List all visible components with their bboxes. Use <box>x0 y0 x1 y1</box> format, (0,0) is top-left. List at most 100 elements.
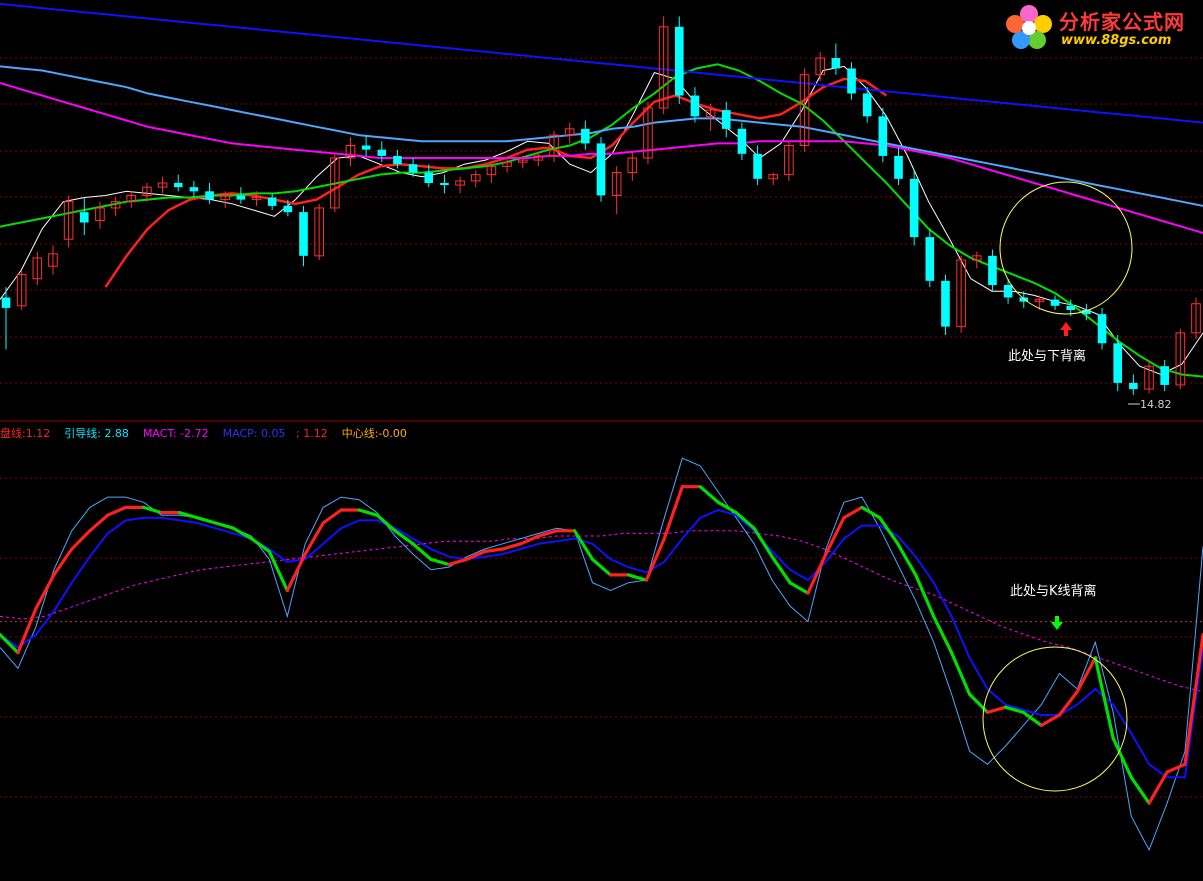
candle-body-down <box>236 195 246 200</box>
panxian-segment <box>375 513 397 533</box>
top-divergence-note: 此处与下背离 <box>1008 349 1087 364</box>
legend-label: ; <box>295 427 300 440</box>
panxian-segment <box>88 513 110 533</box>
candle-body-down <box>1003 284 1013 298</box>
panxian-segment <box>52 547 74 577</box>
legend-item-mact: MACT: -2.72 <box>143 427 212 440</box>
legend-label: 盘线: <box>0 427 26 440</box>
legend-value: 1.12 <box>25 427 51 440</box>
indicator-legend: 盘线:1.12 引导线: 2.88 MACT: -2.72 MACP: 0.05… <box>0 425 407 441</box>
candle-body-down <box>1 297 11 308</box>
panxian-segment <box>1129 775 1151 805</box>
panxian-segment <box>878 516 900 546</box>
candle-body-down <box>831 58 841 69</box>
candle-body-down <box>205 191 214 200</box>
panxian-segment <box>590 557 613 577</box>
panxian-segment <box>1057 689 1079 717</box>
candle-body-down <box>674 26 684 96</box>
candle-body-down <box>173 182 183 188</box>
panxian-segment <box>106 505 128 517</box>
candle-body-down <box>1097 314 1107 344</box>
bottom-divergence-note: 此处与K线背离 <box>1010 584 1097 599</box>
legend-item-yindaoxian: 引导线: 2.88 <box>64 427 132 440</box>
macp-line <box>0 508 1203 779</box>
logo-title: 分析家公式网 <box>1059 10 1185 34</box>
candle-body-down <box>737 128 747 154</box>
legend-value: -2.72 <box>180 427 209 440</box>
candle-body-down <box>753 153 762 179</box>
up-arrow-icon <box>1060 322 1072 336</box>
legend-value: 2.88 <box>104 427 129 440</box>
legend-label: MACT: <box>142 427 177 440</box>
panxian-segment <box>985 705 1008 715</box>
legend-value: 1.12 <box>303 427 328 440</box>
flower-logo-icon <box>1006 5 1052 49</box>
candle-body-down <box>596 143 606 196</box>
panxian-segment <box>626 573 649 582</box>
candle-body-down <box>393 155 402 165</box>
candle-body-down <box>862 93 872 117</box>
panxian-segment <box>447 557 469 567</box>
panxian-segment <box>572 529 595 561</box>
panxian-segment <box>1165 762 1187 774</box>
panxian-segment <box>662 485 684 541</box>
panxian-segment <box>34 573 56 611</box>
panxian-segment <box>734 510 756 530</box>
legend-value: -0.00 <box>378 427 407 440</box>
logo-url: www.88gs.com <box>1061 33 1172 48</box>
panxian-segment <box>249 536 271 554</box>
candle-body-down <box>1066 305 1076 310</box>
candle-body-down <box>1160 366 1169 385</box>
ma-line <box>0 63 1203 378</box>
candle-body-down <box>361 145 371 150</box>
candlesticks <box>1 16 1201 395</box>
candle-body-down <box>79 212 89 223</box>
panxian-segment <box>1075 656 1097 694</box>
candle-body-down <box>267 197 277 206</box>
panxian-segment <box>321 508 343 525</box>
panxian-segment <box>860 505 882 520</box>
candle-body-down <box>424 172 434 183</box>
indicator-lines <box>0 457 1203 852</box>
highlight-circle-top <box>999 181 1133 315</box>
candle-body-down <box>189 187 199 192</box>
mact-line <box>0 530 1203 693</box>
ma-line <box>0 65 1203 376</box>
down-arrow-icon <box>1051 616 1063 630</box>
candle-body-down <box>909 178 919 238</box>
legend-label: MACP: <box>222 427 258 440</box>
panxian-segment <box>501 542 523 551</box>
panxian-segment <box>16 606 38 655</box>
candle-body-down <box>377 149 387 156</box>
legend-label: 中心线: <box>341 427 379 440</box>
panxian-segment <box>698 485 720 504</box>
candle-body-down <box>299 212 308 256</box>
candle-body-down <box>847 68 856 94</box>
candle-body-down <box>878 116 888 156</box>
ma-line <box>104 77 888 288</box>
panxian-segment <box>537 529 559 538</box>
legend-item-semicolon: ; 1.12 <box>296 427 331 440</box>
legend-item-macp: MACP: 0.05 <box>223 427 289 440</box>
panxian-segment <box>1147 770 1169 805</box>
panxian-segment <box>213 521 235 530</box>
legend-label: 引导线: <box>64 427 101 440</box>
annotation-marks <box>982 181 1140 792</box>
candle-body-down <box>1129 382 1138 390</box>
candle-body-down <box>408 164 418 173</box>
candle-body-down <box>721 110 731 129</box>
candle-body-down <box>1050 299 1060 306</box>
candle-body-down <box>988 255 997 285</box>
low-price-label: 14.82 <box>1140 398 1172 411</box>
panxian-segment <box>267 549 289 593</box>
panxian-segment <box>195 516 218 525</box>
panxian-segment <box>932 614 954 655</box>
candle-body-down <box>941 280 950 327</box>
panxian-segment <box>285 552 307 593</box>
panxian-segment <box>429 557 451 567</box>
panxian-segment <box>842 505 864 520</box>
panxian-segment <box>949 651 972 696</box>
panxian-segment <box>788 581 810 595</box>
panxian-segment <box>70 529 92 551</box>
legend-item-zhongxinxian: 中心线:-0.00 <box>342 427 407 440</box>
